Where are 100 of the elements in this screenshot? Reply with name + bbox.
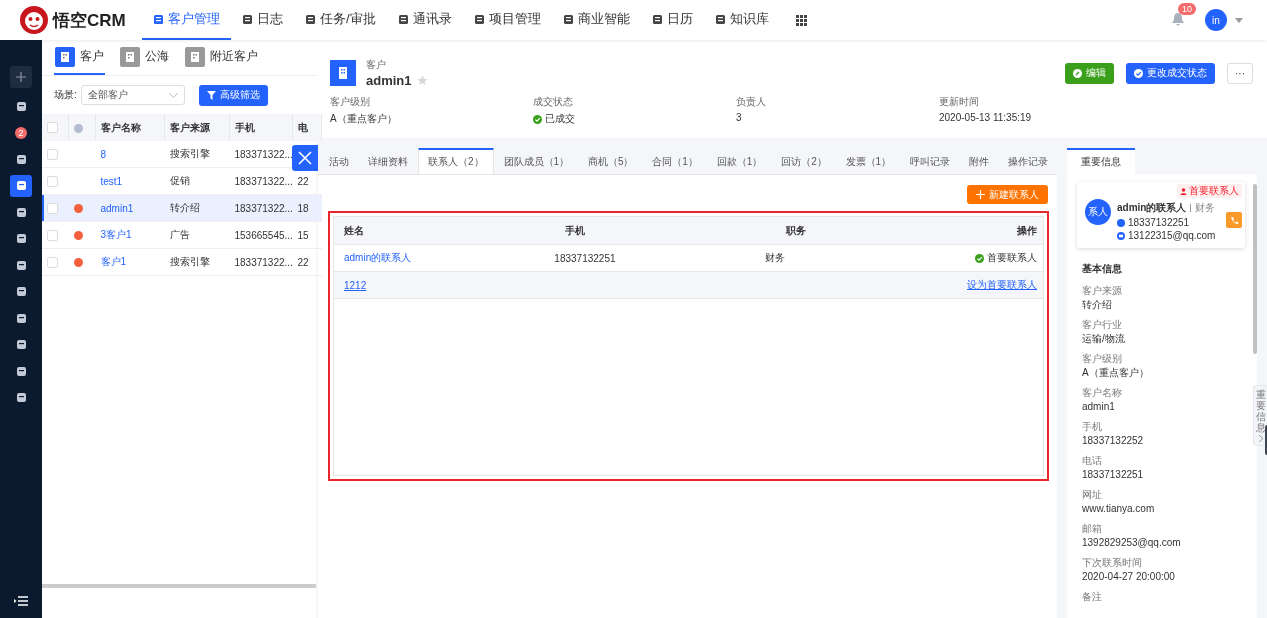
field-value: 3 [736,112,743,123]
check-circle-icon [975,253,984,263]
field-value: 1392829253@qq.com [1082,537,1182,549]
check-circle-icon [1134,68,1143,78]
advanced-filter-button[interactable]: 高级筛选 [198,84,268,106]
field-label: 客户级别 [1082,353,1123,365]
user-avatar[interactable]: in [1205,9,1227,31]
source-cell: 广告 [169,229,190,240]
section-title: 基本信息 [1082,262,1123,276]
add-button[interactable] [10,66,32,88]
phone-cell: 153665545... [234,229,293,241]
detail-tab[interactable]: 附件 [959,148,999,174]
field-value: 运输/物流 [1082,333,1126,345]
field-label: 客户来源 [1082,285,1123,297]
field-label: 邮箱 [1082,523,1103,535]
column-header[interactable]: 手机 [235,121,255,133]
field-label: 下次联系时间 [1082,557,1143,569]
detail-tab[interactable]: 联系人（2） [417,148,495,174]
detail-tab[interactable]: 回款（1） [707,148,772,174]
title-cell: 财务 [764,252,785,263]
detail-tab[interactable]: 合同（1） [642,148,708,174]
detail-tab[interactable]: 发票（1） [836,148,901,174]
field-label: 成交状态 [533,95,574,109]
row-checkbox[interactable] [47,256,58,268]
contact-name-link[interactable]: 1212 [344,279,367,291]
field-value: www.tianya.com [1082,503,1156,515]
nav-tab[interactable]: 任务/审批 [294,0,387,40]
field-label: 负责人 [736,95,767,109]
contact-name-link[interactable]: admin的联系人 [344,252,412,263]
field-value: admin1 [1082,401,1116,413]
app-grid-icon[interactable] [795,14,807,26]
detail-tab[interactable]: 商机（5） [578,148,643,174]
customer-row[interactable]: admin1 转介绍 183371322... 18 [42,194,322,222]
field-label: 网址 [1082,489,1103,501]
list-tab[interactable]: 附近客户 [184,40,259,75]
app-logo-text: 悟空CRM [53,9,126,32]
column-header[interactable]: 电 [298,121,308,133]
list-tab[interactable]: 公海 [119,40,170,75]
more-button[interactable]: ··· [1227,62,1253,84]
detail-tab[interactable]: 活动 [320,148,359,174]
customer-name-link[interactable]: 3客户1 [100,229,132,240]
contact-name: admin的联系人 [1117,201,1187,215]
sidebar-item[interactable] [10,174,32,197]
row-checkbox[interactable] [47,148,58,160]
detail-tab[interactable]: 详细资料 [358,148,418,174]
field-value: 转介绍 [1082,299,1113,311]
change-deal-status-button[interactable]: 更改成交状态 [1126,62,1215,84]
nav-tab[interactable]: 通讯录 [386,0,463,40]
detail-tab[interactable]: 团队成员（1） [494,148,579,174]
list-tab[interactable]: 客户 [54,40,105,75]
collapse-menu-icon[interactable] [14,596,28,606]
detail-tab[interactable]: 操作记录 [998,148,1057,174]
vertical-scrollbar[interactable] [1253,184,1257,354]
chevron-down-icon [168,92,178,98]
horizontal-scrollbar[interactable] [42,584,316,588]
table-cell: 15 [297,229,309,241]
detail-tab[interactable]: 呼叫记录 [900,148,960,174]
phone-cell: 183371322... [234,175,293,187]
field-label: 客户行业 [1082,319,1123,331]
table-cell: 22 [297,175,309,187]
notification-bell-icon[interactable] [1171,12,1185,28]
plus-icon [16,72,26,82]
nav-tab[interactable]: 项目管理 [462,0,552,40]
person-icon [1180,187,1187,195]
collapse-info-tab[interactable]: 重要信息 [1253,385,1267,446]
customer-name: admin1 [366,73,412,88]
caret-icon[interactable] [1235,17,1243,23]
customer-name-link[interactable]: test1 [100,175,123,187]
customer-name-link[interactable]: 客户1 [100,256,127,267]
row-checkbox[interactable] [47,175,58,187]
count-badge: 2 [15,126,27,139]
select-all-checkbox[interactable] [47,122,58,134]
row-checkbox[interactable] [47,202,58,214]
phone-cell: 183371322... [234,202,293,214]
contact-title: 财务 [1195,201,1216,215]
field-label: 电话 [1082,455,1103,467]
star-icon[interactable] [416,75,428,86]
field-value: A（重点客户） [330,112,398,126]
field-value: 已成交 [545,112,575,126]
scene-dropdown[interactable]: 全部客户 [80,85,185,105]
chevron-right-icon [1259,435,1263,442]
phone-cell: 18337132251 [554,252,616,264]
detail-tab[interactable]: 回访（2） [771,148,837,174]
info-tab[interactable]: 重要信息 [1067,148,1135,174]
contact-email: 13122315@qq.com [1128,230,1216,241]
customer-name-link[interactable]: 8 [100,148,107,160]
set-primary-link[interactable]: 设为首要联系人 [967,279,1037,290]
phone-cell: 183371322... [234,148,293,160]
field-label: 手机 [1082,421,1103,433]
nav-tab[interactable]: 知识库 [703,0,780,40]
source-cell: 转介绍 [169,202,200,213]
row-checkbox[interactable] [47,229,58,241]
pencil-icon [1073,68,1082,78]
close-button[interactable] [292,145,318,171]
status-icon [74,123,83,133]
nav-tab[interactable]: 日历 [640,0,704,40]
nav-tab[interactable]: 商业智能 [551,0,641,40]
nav-tab[interactable]: 日志 [231,0,294,40]
contact-phone: 18337132251 [1128,217,1190,228]
phone-cell: 183371322... [234,256,293,268]
